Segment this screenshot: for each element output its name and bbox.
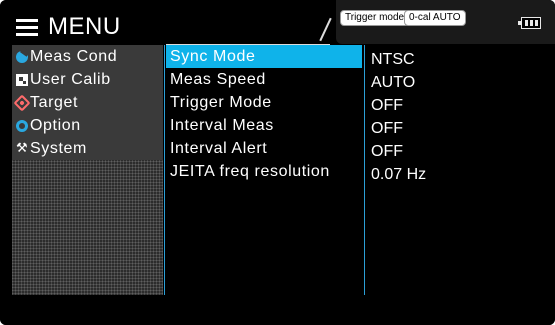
setting-interval-alert[interactable]: Interval Alert OFF	[166, 137, 555, 160]
setting-jeita-freq-resolution[interactable]: JEITA freq resolution 0.07 Hz	[166, 160, 555, 183]
setting-sync-mode[interactable]: Sync Mode NTSC	[166, 45, 555, 68]
setting-trigger-mode[interactable]: Trigger Mode OFF	[166, 91, 555, 114]
category-label: System	[30, 140, 87, 157]
user-calib-icon	[16, 74, 28, 86]
zero-cal-badge: 0-cal AUTO	[404, 10, 466, 26]
menu-button[interactable]: MENU	[12, 10, 144, 40]
category-system[interactable]: ⚒ System	[12, 137, 163, 160]
setting-label: Sync Mode	[166, 45, 362, 68]
category-label: Meas Cond	[30, 48, 118, 65]
category-meas-cond[interactable]: Meas Cond	[12, 45, 163, 68]
category-option[interactable]: Option	[12, 114, 163, 137]
setting-label: Interval Meas	[170, 117, 274, 134]
category-label: Option	[30, 117, 81, 134]
setting-meas-speed[interactable]: Meas Speed AUTO	[166, 68, 555, 91]
settings-list: Sync Mode NTSC Meas Speed AUTO Trigger M…	[166, 45, 555, 183]
battery-icon	[518, 17, 541, 29]
category-user-calib[interactable]: User Calib	[12, 68, 163, 91]
category-panel: Meas Cond User Calib Target Option ⚒ Sys…	[12, 45, 163, 295]
column-divider	[164, 45, 165, 295]
meas-cond-icon	[16, 51, 28, 63]
setting-interval-meas[interactable]: Interval Meas OFF	[166, 114, 555, 137]
status-bar: Trigger mode 0-cal AUTO	[336, 0, 555, 44]
system-icon: ⚒	[16, 140, 29, 155]
header-bar: MENU Trigger mode 0-cal AUTO	[0, 0, 555, 44]
setting-value: 0.07 Hz	[371, 166, 427, 183]
bottom-bar	[0, 295, 555, 325]
option-icon	[16, 120, 28, 132]
target-icon	[13, 94, 31, 112]
setting-label: Meas Speed	[170, 71, 266, 88]
trigger-mode-badge: Trigger mode	[340, 10, 410, 26]
menu-title: MENU	[48, 13, 121, 40]
category-target[interactable]: Target	[12, 91, 163, 114]
setting-label: JEITA freq resolution	[170, 163, 330, 180]
setting-label: Interval Alert	[170, 140, 268, 157]
menu-icon	[16, 19, 38, 37]
device-screen: MENU Trigger mode 0-cal AUTO Meas Cond U…	[0, 0, 555, 325]
setting-label: Trigger Mode	[170, 94, 272, 111]
category-label: User Calib	[30, 71, 111, 88]
category-label: Target	[30, 94, 79, 111]
